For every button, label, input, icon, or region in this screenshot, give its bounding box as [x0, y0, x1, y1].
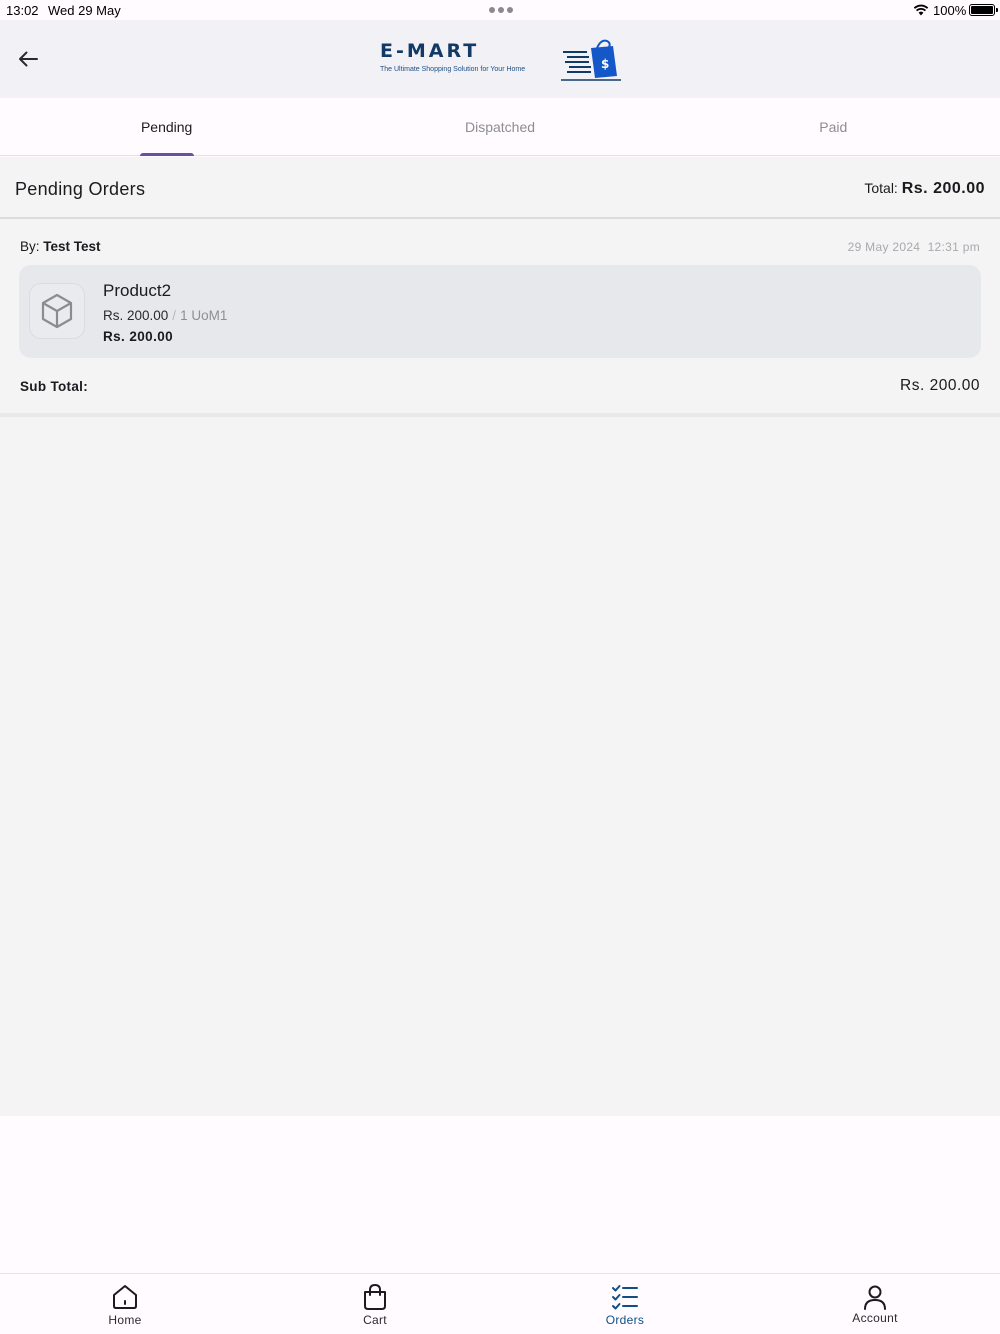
- price-separator: /: [172, 308, 177, 323]
- tab-pending-label: Pending: [140, 118, 193, 135]
- order-status-tabs: Pending Dispatched Paid: [0, 98, 1000, 156]
- nav-cart[interactable]: Cart: [250, 1274, 500, 1334]
- nav-home[interactable]: Home: [0, 1274, 250, 1334]
- nav-orders[interactable]: Orders: [500, 1274, 750, 1334]
- product-thumbnail: [29, 283, 85, 339]
- nav-account-label: Account: [852, 1311, 898, 1325]
- shopping-bag-icon: [360, 1283, 390, 1311]
- box-icon: [41, 293, 73, 329]
- orders-total: Total: Rs. 200.00: [864, 180, 985, 198]
- tab-paid-label: Paid: [819, 118, 848, 135]
- order-item[interactable]: Product2 Rs. 200.00/1 UoM1 Rs. 200.00: [19, 265, 981, 358]
- empty-area: [0, 1116, 1000, 1273]
- order-timestamp: 29 May 2024 12:31 pm: [848, 240, 980, 254]
- total-label: Total:: [864, 180, 898, 196]
- nav-cart-label: Cart: [363, 1313, 387, 1327]
- total-amount: Rs. 200.00: [901, 180, 985, 197]
- tab-paid[interactable]: Paid: [667, 98, 1000, 155]
- order-by-label: By:: [20, 239, 40, 254]
- status-time: 13:02: [6, 3, 39, 18]
- emart-logo: E-MART The Ultimate Shopping Solution fo…: [378, 38, 623, 84]
- order-date: 29 May 2024: [847, 240, 921, 254]
- nav-account[interactable]: Account: [750, 1274, 1000, 1334]
- home-icon: [110, 1283, 140, 1311]
- nav-orders-label: Orders: [605, 1313, 645, 1327]
- nav-home-label: Home: [108, 1313, 142, 1327]
- section-header: Pending Orders Total: Rs. 200.00: [0, 157, 1000, 219]
- arrow-left-icon: [19, 51, 38, 67]
- status-date: Wed 29 May: [48, 3, 121, 18]
- logo-brand: E-MART: [380, 40, 480, 62]
- product-name: Product2: [103, 281, 172, 300]
- product-uom: 1 UoM1: [180, 308, 228, 323]
- app-bar: E-MART The Ultimate Shopping Solution fo…: [0, 20, 1000, 98]
- multitasking-dots-icon[interactable]: [489, 7, 513, 13]
- svg-text:$: $: [601, 57, 609, 71]
- order-by-name: Test Test: [43, 239, 101, 254]
- product-line-total: Rs. 200.00: [103, 329, 174, 344]
- shopping-bag-logo-icon: $: [561, 39, 621, 81]
- tab-dispatched[interactable]: Dispatched: [333, 98, 666, 155]
- order-time: 12:31 pm: [927, 240, 980, 254]
- checklist-icon: [610, 1283, 640, 1311]
- product-price-line: Rs. 200.00/1 UoM1: [103, 308, 227, 323]
- order-card[interactable]: By: Test Test 29 May 2024 12:31 pm Produ…: [0, 221, 1000, 417]
- order-by: By: Test Test: [20, 239, 101, 254]
- back-button[interactable]: [10, 42, 46, 76]
- battery-percentage: 100%: [933, 3, 967, 18]
- section-title: Pending Orders: [15, 179, 146, 199]
- status-bar: 13:02 Wed 29 May 100%: [0, 0, 1000, 20]
- subtotal-value: Rs. 200.00: [900, 377, 980, 394]
- tab-dispatched-label: Dispatched: [464, 118, 536, 135]
- tab-pending[interactable]: Pending: [0, 98, 333, 156]
- orders-content: Pending Orders Total: Rs. 200.00 By: Tes…: [0, 157, 1000, 1116]
- bottom-navigation: Home Cart Orders Account: [0, 1273, 1000, 1334]
- subtotal-label: Sub Total:: [20, 379, 88, 394]
- battery-icon: [969, 4, 998, 16]
- person-icon: [860, 1283, 890, 1311]
- logo-tagline: The Ultimate Shopping Solution for Your …: [380, 66, 526, 73]
- wifi-icon: [913, 3, 929, 19]
- product-unit-price: Rs. 200.00: [103, 308, 169, 323]
- active-tab-indicator: [139, 153, 194, 156]
